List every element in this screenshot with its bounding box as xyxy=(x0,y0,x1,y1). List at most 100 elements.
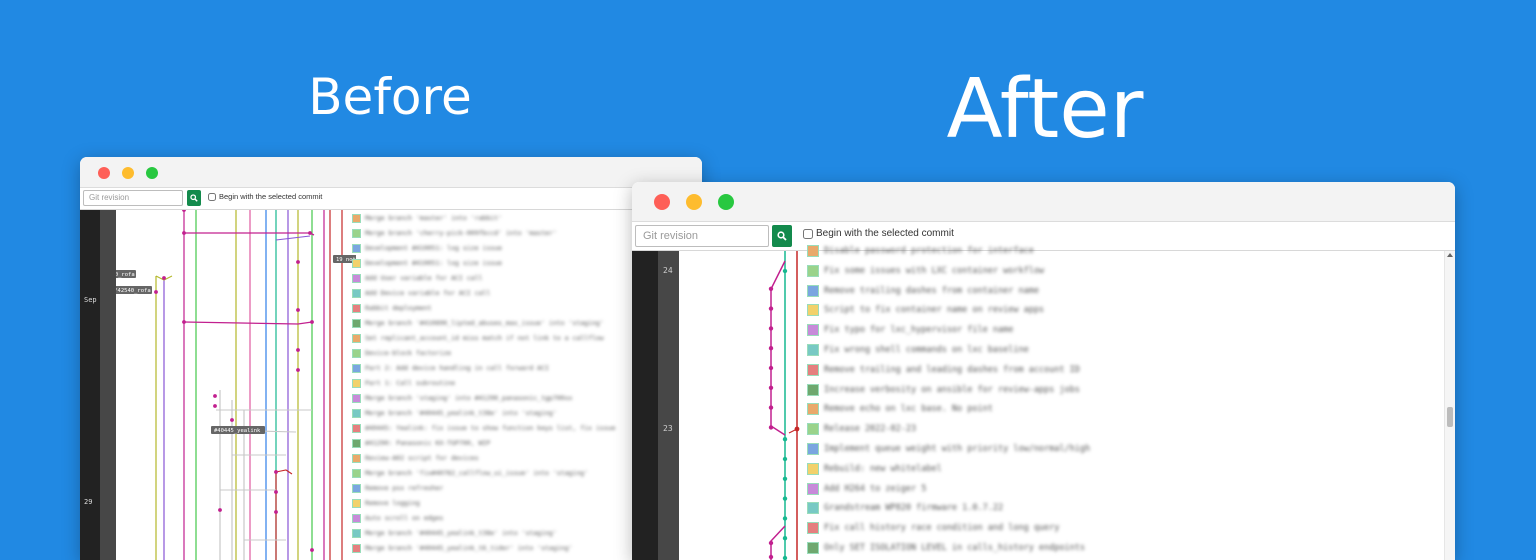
git-revision-input[interactable]: Git revision xyxy=(635,225,769,247)
author-avatar xyxy=(807,343,819,356)
commit-row[interactable]: Set replicant_account_id miss match if n… xyxy=(352,331,604,346)
commit-row[interactable]: Fix some issues with LXC container workf… xyxy=(807,261,1044,281)
before-window: Git revision Begin with the selected com… xyxy=(80,157,702,560)
commit-node xyxy=(296,308,300,312)
commit-row[interactable]: Device-block factorize xyxy=(352,346,451,361)
commit-row[interactable]: Release 2022-02-23 xyxy=(807,419,916,439)
begin-with-selected-commit-checkbox[interactable]: Begin with the selected commit xyxy=(208,192,322,201)
commit-row[interactable]: Only SET ISOLATION LEVEL in calls_histor… xyxy=(807,538,1085,558)
author-avatar xyxy=(352,213,361,223)
commit-node xyxy=(182,231,186,235)
commit-row[interactable]: Remove echo on lxc base. No point xyxy=(807,400,993,420)
commit-node xyxy=(768,326,774,331)
commit-node xyxy=(768,540,774,546)
commit-message: Set replicant_account_id miss match if n… xyxy=(365,334,604,342)
vertical-scrollbar[interactable] xyxy=(1444,251,1455,560)
commit-row[interactable]: #40445: Yealink: fix issue to show funct… xyxy=(352,421,615,436)
begin-with-selected-commit-checkbox[interactable]: Begin with the selected commit xyxy=(803,228,954,239)
commit-row[interactable]: Remove trailing and leading dashes from … xyxy=(807,360,1080,380)
commit-node xyxy=(768,346,774,351)
commit-row[interactable]: #41290: Panasonic KX-TGP700, WIP xyxy=(352,436,490,451)
commit-row[interactable]: Add Device variable for ACI call xyxy=(352,286,490,301)
commit-message: Script to fix container name on review a… xyxy=(824,305,1045,316)
commit-row[interactable]: Implement queue weight with priority low… xyxy=(807,439,1090,459)
commit-row[interactable]: Merge branch 'fix#40782_callflow_ui_issu… xyxy=(352,466,588,481)
commit-node xyxy=(213,394,217,398)
maximize-window-button[interactable] xyxy=(146,167,158,179)
checkbox-input[interactable] xyxy=(803,228,813,239)
author-avatar xyxy=(352,528,361,538)
author-avatar xyxy=(352,348,361,358)
commit-row[interactable]: Fix typo for lxc_hypervisor file name xyxy=(807,320,1013,340)
scroll-up-arrow-icon[interactable] xyxy=(1447,253,1453,257)
commit-node xyxy=(182,320,186,324)
commit-row[interactable]: Add User variable for ACI call xyxy=(352,271,482,286)
author-avatar xyxy=(352,303,361,313)
git-revision-input[interactable]: Git revision xyxy=(83,190,183,206)
commit-row[interactable]: Merge branch '#40445_yealink_t38e' into … xyxy=(352,526,557,541)
merge-edge xyxy=(184,232,315,236)
commit-node xyxy=(768,286,774,291)
author-avatar xyxy=(352,393,361,403)
commit-row[interactable]: Part 1: Call subroutine xyxy=(352,376,455,391)
commit-row[interactable]: Merge branch 'staging' into #41290_panas… xyxy=(352,391,572,406)
commit-message: Merge branch 'master' into 'rabbit' xyxy=(365,214,502,222)
commit-row[interactable]: Disable password protection for interfac… xyxy=(807,241,1034,261)
commit-message: Rabbit deployment xyxy=(365,304,432,312)
commit-message: Merge branch 'fix#40782_callflow_ui_issu… xyxy=(365,469,589,477)
commit-row[interactable]: Fix call history race condition and long… xyxy=(807,518,1059,538)
commit-row[interactable]: Rebuild: new whitelabel xyxy=(807,459,942,479)
checkbox-input[interactable] xyxy=(208,192,216,201)
commit-row[interactable]: Fix wrong shell commands on lxc baseline xyxy=(807,340,1029,360)
commit-row[interactable]: Development #410051: log size issue xyxy=(352,241,502,256)
commit-message: Disable password protection for interfac… xyxy=(824,246,1034,256)
commit-node xyxy=(308,231,312,235)
minimize-window-button[interactable] xyxy=(686,194,702,210)
commit-row[interactable]: Part 2: Add device handling in call forw… xyxy=(352,361,549,376)
branch-graph: feat/42540_rofafeat/42540_rofa19 notes#4… xyxy=(116,210,356,560)
minimize-window-button[interactable] xyxy=(122,167,134,179)
maximize-window-button[interactable] xyxy=(718,194,734,210)
commit-row[interactable]: Script to fix container name on review a… xyxy=(807,301,1044,321)
commit-row[interactable]: Merge branch '#410890_lipted_abuses_max_… xyxy=(352,316,604,331)
commit-node xyxy=(768,365,774,371)
branch-graph xyxy=(768,251,800,560)
commit-row[interactable]: Rabbit deployment xyxy=(352,301,432,316)
commit-row[interactable]: Remove psx refresher xyxy=(352,481,443,496)
commit-message: Fix call history race condition and long… xyxy=(824,523,1060,534)
search-button[interactable] xyxy=(772,225,792,247)
scrollbar-thumb[interactable] xyxy=(1447,407,1453,427)
commit-row[interactable]: Add H264 to zeiger 5 xyxy=(807,479,926,499)
date-label: 24 xyxy=(663,265,673,275)
commit-row[interactable]: Review-A02 script for devices xyxy=(352,451,479,466)
commit-row[interactable]: Merge branch '#40445_yealink_t6_tider' i… xyxy=(352,541,572,556)
commit-row[interactable]: Merge branch '#40445_yealink_t38e' into … xyxy=(352,406,557,421)
commit-row[interactable]: Merge branch 'cherry-pick-009fbccd' into… xyxy=(352,226,557,241)
commit-graph-view[interactable]: Sep29 feat/42540_rofafeat/42540_rofa19 n… xyxy=(80,210,702,560)
commit-graph-view[interactable]: 24 23 Disable password protection for int… xyxy=(632,245,1455,560)
commit-row[interactable]: Remove logging xyxy=(352,496,420,511)
search-button[interactable] xyxy=(187,190,201,206)
commit-message: Merge branch 'staging' into #41290_panas… xyxy=(365,394,573,402)
commit-row[interactable]: Grandstream WP820 firmware 1.0.7.22 xyxy=(807,499,1003,519)
author-avatar xyxy=(352,318,361,328)
close-window-button[interactable] xyxy=(98,167,110,179)
merge-edge xyxy=(275,469,293,475)
close-window-button[interactable] xyxy=(654,194,670,210)
author-avatar xyxy=(352,258,361,268)
ref-label: feat/42540_rofa xyxy=(116,286,152,294)
commit-row[interactable]: Auto scroll on edges xyxy=(352,511,443,526)
commit-message: Increase verbosity on ansible for review… xyxy=(824,384,1080,395)
author-avatar xyxy=(352,453,361,463)
commit-row[interactable]: Remove trailing dashes from container na… xyxy=(807,281,1039,301)
commit-message: Merge branch '#410890_lipted_abuses_max_… xyxy=(365,319,604,327)
author-avatar xyxy=(352,468,361,478)
commit-node xyxy=(768,554,774,560)
author-avatar xyxy=(352,363,361,373)
commit-row[interactable]: Increase verbosity on ansible for review… xyxy=(807,380,1080,400)
commit-row[interactable]: Merge branch 'master' into 'rabbit' xyxy=(352,211,502,226)
date-gutter xyxy=(632,251,658,560)
author-avatar xyxy=(807,462,819,475)
commit-row[interactable]: Development #410051: log size issue xyxy=(352,256,502,271)
commit-message: Development #410051: log size issue xyxy=(365,259,502,267)
